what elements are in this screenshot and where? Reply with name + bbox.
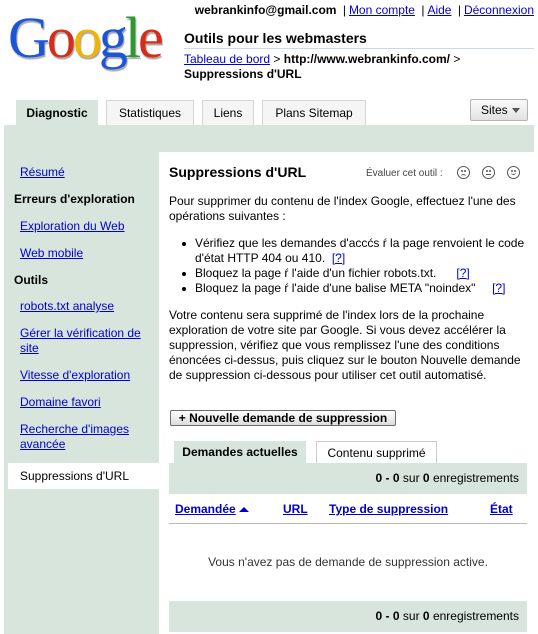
account-links: webrankinfo@gmail.com | Mon compte | Aide … — [194, 3, 534, 17]
column-header-url[interactable]: URL — [283, 502, 308, 516]
pager-count: 0 — [422, 609, 430, 623]
sidebar-item-crawl-rate[interactable]: Vitesse d'exploration — [20, 368, 150, 383]
tab-statistiques[interactable]: Statistiques — [106, 100, 194, 125]
sidebar-item-web-crawl[interactable]: Exploration du Web — [20, 219, 150, 234]
column-header-removal-type[interactable]: Type de suppression — [329, 502, 448, 516]
bullet-text: Bloquez la page ŕ l'aide d'une balise ME… — [195, 281, 476, 295]
sidebar-heading-tools: Outils — [14, 273, 49, 287]
column-header-label[interactable]: Demandée — [175, 502, 236, 516]
main-tabs: Diagnostic Statistiques Liens Plans Site… — [0, 100, 538, 126]
breadcrumb-separator: > — [453, 52, 461, 66]
tab-plans-sitemap[interactable]: Plans Sitemap — [262, 100, 366, 125]
sidebar-item-image-search[interactable]: Recherche d'images avancée — [20, 422, 150, 452]
sidebar: Résumé Erreurs d'exploration Exploration… — [4, 152, 163, 634]
sidebar-item-robots-txt[interactable]: robots.txt analyse — [20, 299, 150, 314]
title-divider — [184, 48, 534, 49]
neutral-face-icon[interactable] — [482, 166, 495, 179]
list-item: Vérifiez que les demandes d'accćs ŕ la p… — [182, 236, 535, 266]
chevron-down-icon — [512, 108, 520, 113]
rate-tool-label: Évaluer cet outil : — [366, 168, 443, 179]
pager-range: 0 - 0 — [375, 471, 400, 485]
list-item: Bloquez la page ŕ l'aide d'une balise ME… — [182, 281, 535, 296]
breadcrumb-site: http://www.webrankinfo.com/ — [283, 52, 451, 66]
help-link[interactable]: [?] — [456, 266, 469, 280]
help-link[interactable]: Aide — [427, 3, 451, 17]
sidebar-item-site-verification[interactable]: Gérer la vérification de site — [20, 326, 150, 356]
sites-button-label: Sites — [481, 103, 508, 117]
intro-text: Pour supprimer du contenu de l'index Goo… — [169, 194, 516, 223]
help-link[interactable]: [?] — [492, 281, 505, 295]
table-header-row: Demandée URL Type de suppression État — [169, 494, 527, 524]
new-removal-request-button[interactable]: + Nouvelle demande de suppression — [170, 410, 396, 426]
my-account-link[interactable]: Mon compte — [349, 3, 415, 17]
sort-ascending-icon — [238, 507, 249, 513]
column-header-requested[interactable]: Demandée — [175, 502, 249, 516]
sidebar-heading-crawl-errors: Erreurs d'exploration — [14, 192, 135, 206]
app-title: Outils pour les webmasters — [184, 30, 367, 46]
bullet-text: Bloquez la page ŕ l'aide d'un fichier ro… — [195, 266, 437, 280]
bullet-text: Vérifiez que les demandes d'accćs ŕ la p… — [195, 236, 525, 265]
tab-content-band — [4, 125, 534, 152]
user-email: webrankinfo@gmail.com — [194, 3, 337, 17]
breadcrumb-current: Suppressions d'URL — [184, 67, 302, 81]
pager-unit: enregistrements — [432, 471, 519, 485]
google-logo-text: Google — [8, 5, 164, 70]
column-header-status[interactable]: État — [490, 502, 513, 516]
list-item: Bloquez la page ŕ l'aide d'un fichier ro… — [182, 266, 535, 281]
removal-options-list: Vérifiez que les demandes d'accćs ŕ la p… — [182, 236, 535, 296]
pager-sur: sur — [402, 471, 420, 485]
breadcrumb-dashboard-link[interactable]: Tableau de bord — [184, 52, 270, 66]
tab-current-requests[interactable]: Demandes actuelles — [174, 441, 306, 465]
breadcrumb: Tableau de bord > http://www.webrankinfo… — [184, 52, 460, 82]
sites-dropdown-button[interactable]: Sites — [470, 99, 528, 121]
sidebar-item-url-removals[interactable]: Suppressions d'URL — [8, 463, 163, 489]
sad-face-icon[interactable] — [457, 166, 470, 179]
help-link[interactable]: [?] — [332, 251, 345, 265]
sidebar-item-preferred-domain[interactable]: Domaine favori — [20, 395, 150, 410]
info-paragraph: Votre contenu sera supprimé de l'index l… — [169, 308, 521, 382]
breadcrumb-separator: > — [273, 52, 281, 66]
tab-diagnostic[interactable]: Diagnostic — [16, 100, 98, 125]
empty-table-message: Vous n'avez pas de demande de suppressio… — [208, 555, 488, 569]
logout-link[interactable]: Déconnexion — [464, 3, 534, 17]
page-title: Suppressions d'URL — [169, 164, 307, 180]
sidebar-item-mobile-web[interactable]: Web mobile — [20, 246, 150, 261]
pager-top: 0 - 0 sur 0 enregistrements — [169, 463, 527, 494]
google-logo: Google — [8, 8, 168, 68]
tab-liens[interactable]: Liens — [202, 100, 254, 125]
sidebar-item-resume[interactable]: Résumé — [20, 165, 150, 180]
pager-range: 0 - 0 — [375, 609, 400, 623]
pager-count: 0 — [422, 471, 430, 485]
pager-unit: enregistrements — [432, 609, 519, 623]
pager-bottom: 0 - 0 sur 0 enregistrements — [169, 601, 527, 632]
tab-removed-content[interactable]: Contenu supprimé — [316, 441, 437, 465]
pager-sur: sur — [402, 609, 420, 623]
happy-face-icon[interactable] — [507, 166, 520, 179]
